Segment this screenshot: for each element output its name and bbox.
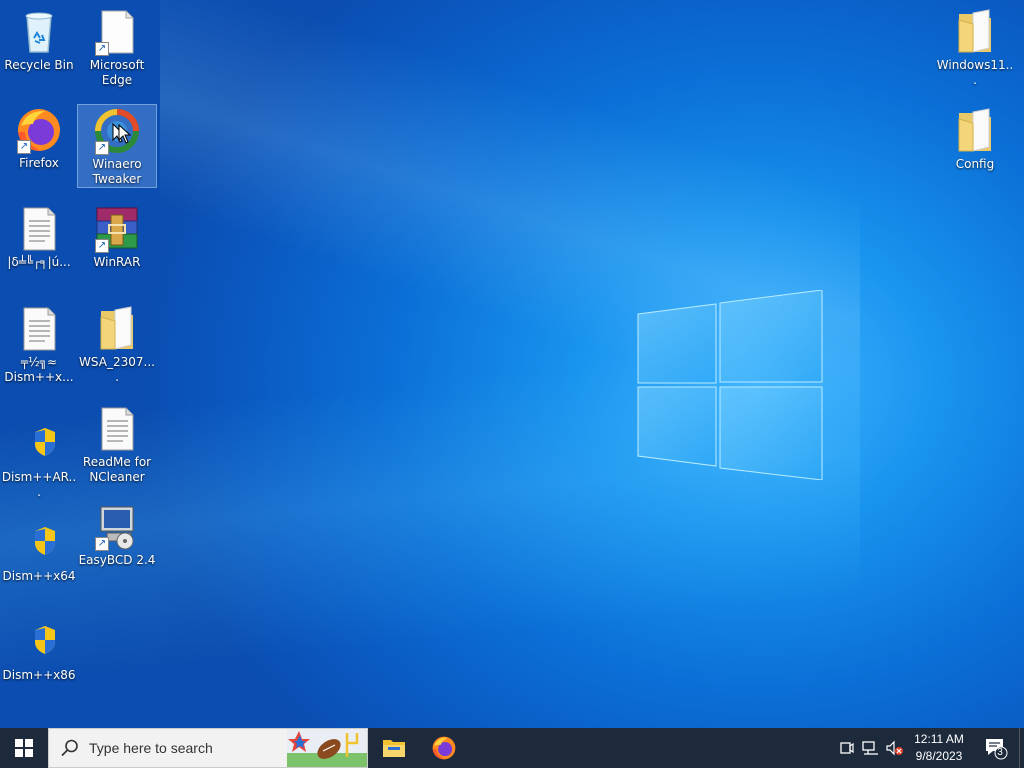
mouse-cursor-icon (118, 124, 132, 144)
taskbar-clock[interactable]: 12:11 AM 9/8/2023 (906, 731, 972, 765)
start-button[interactable] (0, 728, 48, 768)
text-file-icon (93, 405, 141, 453)
show-desktop-button[interactable] (1019, 728, 1024, 768)
desktop-icon-easybcd[interactable]: ↗ EasyBCD 2.4 (78, 503, 156, 568)
desktop-icon-firefox[interactable]: ↗ Firefox (0, 106, 78, 171)
desktop-icon-config-folder[interactable]: Config (936, 107, 1014, 172)
uac-shield-icon (15, 618, 63, 666)
clock-time: 12:11 AM (914, 732, 964, 746)
search-highlight-illustration (287, 729, 367, 767)
taskbar-search-box[interactable]: Type here to search (48, 728, 368, 768)
desktop-icon-dism-x64[interactable]: Dism++x64 (0, 519, 78, 584)
desktop-icon-windows11-folder[interactable]: Windows11... (936, 8, 1014, 88)
volume-muted-icon[interactable] (886, 740, 904, 756)
windows-logo-wallpaper (637, 290, 823, 480)
easybcd-icon: ↗ (93, 503, 141, 551)
desktop-icon-wsa-folder[interactable]: WSA_2307.... (78, 305, 156, 385)
desktop-icon-text-file-1[interactable]: |δ╧╚┌╕|ú... (0, 205, 78, 270)
search-placeholder: Type here to search (89, 740, 213, 756)
text-file-icon (15, 305, 63, 353)
desktop-icon-microsoft-edge[interactable]: ↗ Microsoft Edge (78, 8, 156, 88)
meet-now-icon[interactable] (840, 740, 854, 756)
desktop-icon-winaero-tweaker[interactable]: ↗ Winaero Tweaker (77, 104, 157, 188)
shortcut-arrow-icon: ↗ (95, 42, 109, 56)
winrar-icon: ↗ (93, 205, 141, 253)
text-file-icon (15, 205, 63, 253)
notification-count-badge: 3 (997, 747, 1003, 758)
recycle-bin-icon (15, 8, 63, 56)
file-explorer-icon (383, 740, 405, 757)
taskbar-firefox[interactable] (420, 728, 468, 768)
folder-icon (93, 305, 141, 353)
folder-icon (951, 107, 999, 155)
uac-shield-icon (15, 519, 63, 567)
shortcut-arrow-icon: ↗ (95, 239, 109, 253)
search-icon (61, 739, 78, 757)
shortcut-arrow-icon: ↗ (17, 140, 31, 154)
uac-shield-icon (15, 420, 63, 468)
windows-start-icon (15, 739, 33, 757)
desktop-icon-recycle-bin[interactable]: Recycle Bin (0, 8, 78, 73)
desktop-icon-readme-ncleaner[interactable]: ReadMe for NCleaner (78, 405, 156, 485)
folder-icon (951, 8, 999, 56)
desktop-icon-dism-ar[interactable]: Dism++AR... (0, 420, 78, 500)
taskbar: Type here to search 12:11 AM 9/8/2023 3 (0, 728, 1024, 768)
shortcut-arrow-icon: ↗ (95, 537, 109, 551)
firefox-icon (432, 736, 456, 760)
winaero-tweaker-icon: ↗ (93, 107, 141, 155)
taskbar-file-explorer[interactable] (370, 728, 418, 768)
desktop-icon-dism-x86[interactable]: Dism++x86 (0, 618, 78, 683)
desktop-icon-text-file-2[interactable]: ╤½╗≈ Dism++x... (0, 305, 78, 385)
shortcut-arrow-icon: ↗ (95, 141, 109, 155)
network-icon[interactable] (862, 740, 880, 756)
firefox-icon: ↗ (15, 106, 63, 154)
desktop-icon-winrar[interactable]: ↗ WinRAR (78, 205, 156, 270)
action-center-button[interactable]: 3 (978, 728, 1014, 768)
clock-date: 9/8/2023 (915, 749, 963, 763)
edge-file-icon: ↗ (93, 8, 141, 56)
